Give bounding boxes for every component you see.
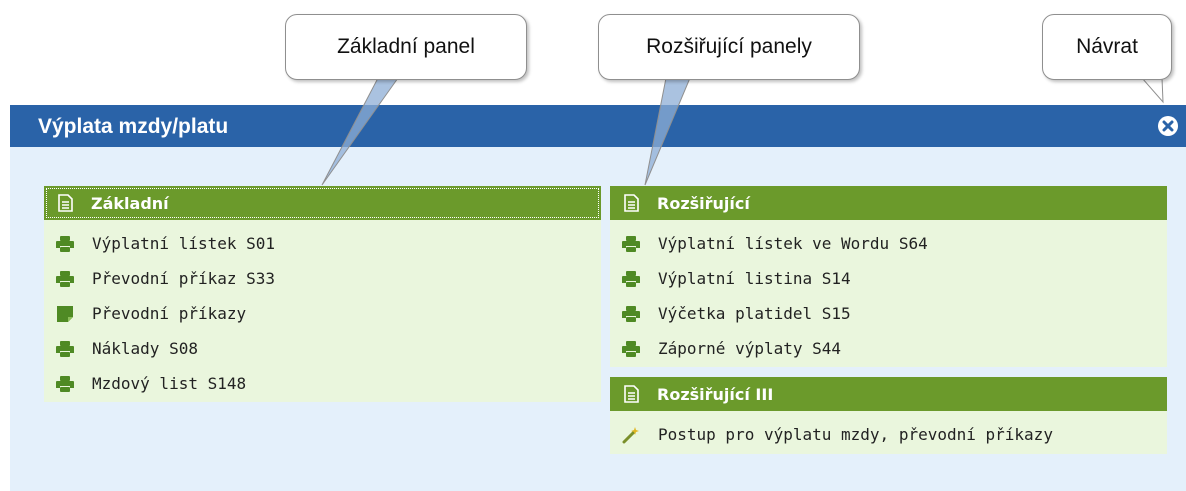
panel-basic: Základní Výplatní lístek S01 Převodní př…: [44, 186, 601, 402]
callout-pointer-back: [1140, 77, 1164, 104]
menu-item[interactable]: Mzdový list S148: [44, 366, 601, 401]
panel-extended-iii-title: Rozšiřující III: [657, 384, 774, 404]
menu-item[interactable]: Postup pro výplatu mzdy, převodní příkaz…: [610, 417, 1167, 452]
menu-item[interactable]: Záporné výplaty S44: [610, 331, 1167, 366]
magic-wand-icon: [622, 426, 640, 444]
menu-item-label: Postup pro výplatu mzdy, převodní příkaz…: [658, 425, 1053, 444]
menu-item[interactable]: Výplatní lístek S01: [44, 226, 601, 261]
printer-icon: [56, 340, 74, 358]
window-title: Výplata mzdy/platu: [38, 115, 229, 138]
printer-icon: [622, 270, 640, 288]
panel-extended: Rozšiřující Výplatní lístek ve Wordu S64…: [610, 186, 1167, 367]
callout-back: Návrat: [1042, 14, 1172, 80]
panel-extended-iii: Rozšiřující III Postup pro výplatu mzdy,…: [610, 377, 1167, 454]
printer-icon: [56, 270, 74, 288]
menu-item[interactable]: Převodní příkazy: [44, 296, 601, 331]
panel-extended-title: Rozšiřující: [657, 193, 750, 213]
menu-item[interactable]: Výplatní lístek ve Wordu S64: [610, 226, 1167, 261]
menu-item-label: Převodní příkazy: [92, 304, 247, 323]
document-icon: [58, 194, 73, 212]
menu-item-label: Náklady S08: [92, 339, 198, 358]
menu-item-label: Mzdový list S148: [92, 374, 247, 393]
printer-icon: [56, 235, 74, 253]
panel-basic-header[interactable]: Základní: [44, 186, 601, 220]
menu-item[interactable]: Výplatní listina S14: [610, 261, 1167, 296]
menu-item-label: Výplatní lístek S01: [92, 234, 276, 253]
menu-item[interactable]: Převodní příkaz S33: [44, 261, 601, 296]
callout-extended-panels: Rozšiřující panely: [598, 14, 860, 80]
menu-item[interactable]: Náklady S08: [44, 331, 601, 366]
menu-item-label: Převodní příkaz S33: [92, 269, 276, 288]
printer-icon: [622, 305, 640, 323]
printer-icon: [56, 375, 74, 393]
menu-item-label: Výplatní lístek ve Wordu S64: [658, 234, 928, 253]
close-icon[interactable]: [1158, 116, 1178, 136]
panel-basic-title: Základní: [91, 193, 169, 213]
callout-basic-panel: Základní panel: [285, 14, 527, 80]
menu-item-label: Výplatní listina S14: [658, 269, 851, 288]
printer-icon: [622, 340, 640, 358]
printer-icon: [622, 235, 640, 253]
menu-item[interactable]: Výčetka platidel S15: [610, 296, 1167, 331]
document-icon: [624, 385, 639, 403]
window-titlebar: Výplata mzdy/platu: [10, 105, 1186, 147]
panel-extended-header[interactable]: Rozšiřující: [610, 186, 1167, 220]
document-icon: [624, 194, 639, 212]
menu-item-label: Záporné výplaty S44: [658, 339, 842, 358]
panel-extended-iii-header[interactable]: Rozšiřující III: [610, 377, 1167, 411]
note-icon: [56, 305, 74, 323]
menu-item-label: Výčetka platidel S15: [658, 304, 851, 323]
